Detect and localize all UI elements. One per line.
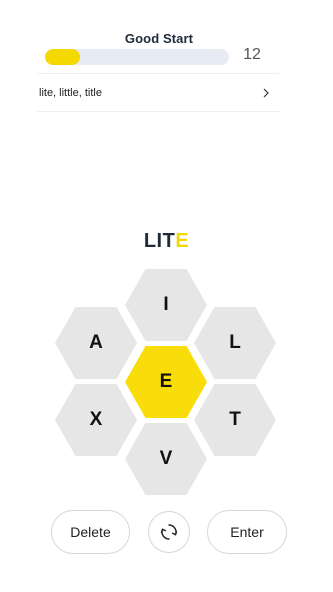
shuffle-icon [160, 524, 178, 540]
progress-bar [45, 49, 229, 65]
divider [37, 111, 279, 112]
hex-letter-top[interactable]: I [125, 269, 207, 341]
shuffle-button[interactable] [148, 511, 190, 553]
rank-title: Good Start [124, 31, 194, 46]
hex-letter-lower-left[interactable]: X [55, 384, 137, 456]
delete-button[interactable]: Delete [51, 510, 130, 554]
score: 12 [243, 46, 261, 63]
hex-letter-center[interactable]: E [125, 346, 207, 418]
hex-letter-upper-left[interactable]: A [55, 307, 137, 379]
current-word-letter: E [175, 230, 190, 252]
enter-button[interactable]: Enter [207, 510, 287, 554]
hex-letter-upper-right[interactable]: L [194, 307, 276, 379]
current-word: LITE [0, 230, 333, 253]
found-words-text: lite, little, title [39, 86, 102, 99]
current-word-letter: T [162, 230, 176, 252]
hex-letter-lower-right[interactable]: T [194, 384, 276, 456]
chevron-right-icon [263, 88, 269, 97]
current-word-letter: L [143, 230, 157, 252]
found-words-row[interactable]: lite, little, title [37, 74, 279, 111]
progress-fill [45, 49, 80, 65]
hex-letter-bottom[interactable]: V [125, 423, 207, 495]
